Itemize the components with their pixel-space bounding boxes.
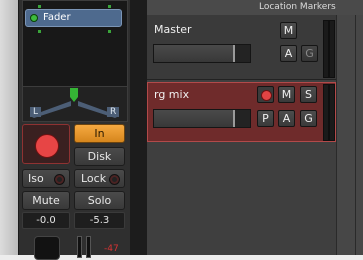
mute-button[interactable]: Mute [22,191,70,210]
playlist-button[interactable]: P [257,110,274,127]
peak-display[interactable]: -5.3 [74,212,125,229]
solo-lock-button[interactable]: Lock [74,169,125,188]
fader-handle[interactable] [233,110,235,127]
isolate-label: Iso [28,172,44,185]
record-icon [35,134,59,158]
timeline-area[interactable] [337,15,363,255]
plugin-pin-icon [38,5,41,8]
track-name[interactable]: Master [154,23,192,36]
divider [355,15,356,255]
track-gutter [130,0,147,255]
automation-button[interactable]: A [280,45,297,62]
pan-right-label: R [107,107,120,117]
track-meter-right [329,20,335,78]
meter-peak-label: -47 [104,244,119,254]
track-gain-fader[interactable] [153,109,251,128]
lock-led-icon [109,174,120,185]
track-gain-fader[interactable] [153,44,251,63]
isolate-button[interactable]: Iso [22,169,70,188]
plugin-pin-icon [108,30,111,33]
plugin-name: Fader [43,12,71,23]
track-name[interactable]: rg mix [154,88,189,101]
monitor-disk-button[interactable]: Disk [74,147,125,166]
solo-button[interactable]: Solo [74,191,125,210]
plugin-active-led[interactable] [30,14,38,22]
record-arm-button[interactable] [257,86,274,103]
window-border [0,0,18,255]
divider [336,15,337,255]
fader-plugin[interactable]: Fader [25,9,122,27]
ruler-label: Location Markers [259,2,336,12]
gain-display[interactable]: -0.0 [22,212,70,229]
group-button[interactable]: G [300,110,317,127]
lock-label: Lock [81,172,107,185]
record-enable-button[interactable] [22,124,70,164]
gain-fader-knob[interactable] [34,236,60,260]
isolate-led-icon [54,174,65,185]
record-icon [261,90,272,101]
automation-button[interactable]: A [278,110,295,127]
plugin-pin-icon [108,5,111,8]
mute-button[interactable]: M [278,86,295,103]
track-meter-right [329,84,335,141]
pan-left-label: L [30,107,42,117]
plugin-pin-icon [38,30,41,33]
monitor-input-button[interactable]: In [74,124,125,143]
group-button[interactable]: G [301,45,318,62]
mute-button[interactable]: M [280,22,297,39]
fader-handle[interactable] [233,45,235,62]
solo-button[interactable]: S [300,86,317,103]
